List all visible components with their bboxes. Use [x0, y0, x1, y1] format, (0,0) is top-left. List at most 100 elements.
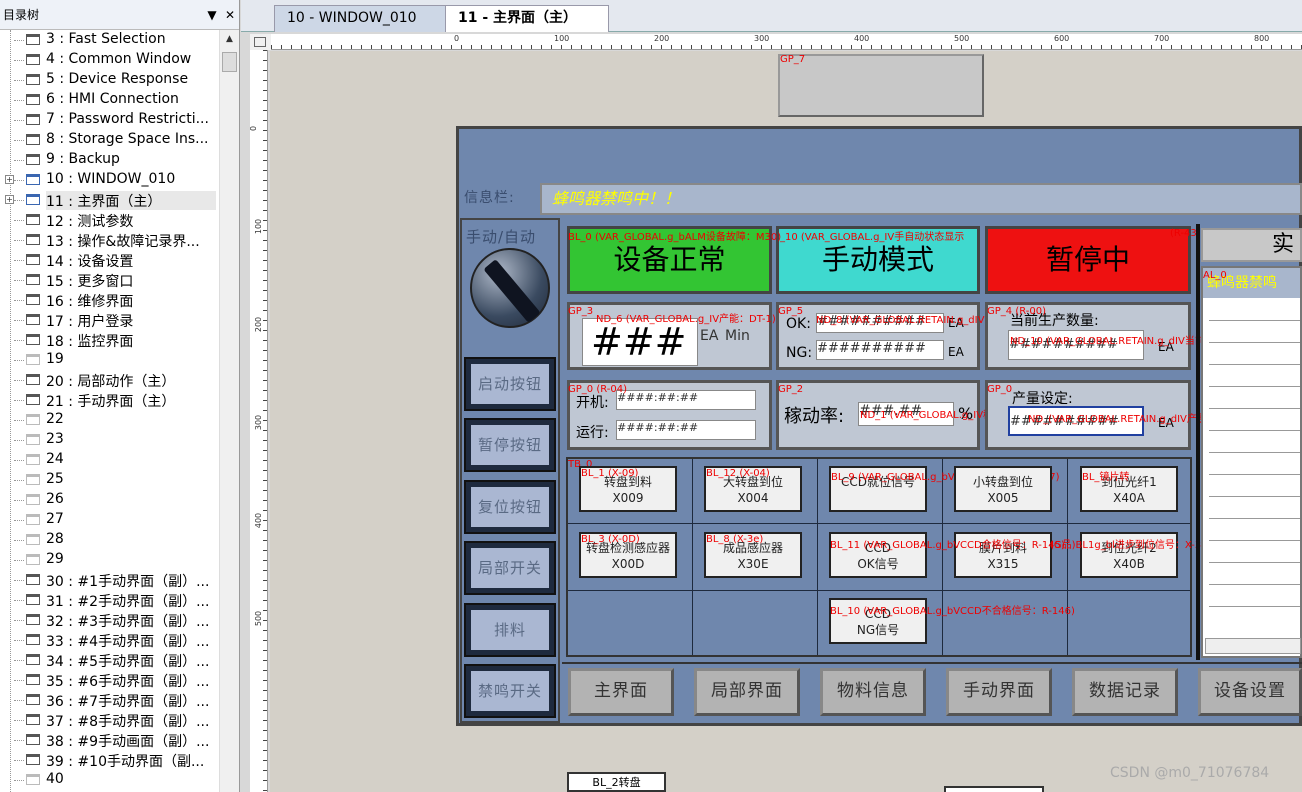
window-icon: [26, 114, 40, 125]
directory-tree-panel: 目录树 ▼ ✕ 3 : Fast Selection 4 : Common Win…: [0, 0, 240, 792]
window-icon: [26, 754, 40, 765]
tree-list: 3 : Fast Selection 4 : Common Window 5 : D…: [0, 30, 218, 792]
tree-item[interactable]: +11 : 主界面（主）: [0, 190, 218, 210]
tree-item[interactable]: 7 : Password Restricti...: [0, 110, 218, 130]
ruler-number: 500: [254, 610, 264, 627]
window-icon: [26, 594, 40, 605]
signal-line2: NG信号: [856, 623, 900, 637]
tree-item[interactable]: 32 : #3手动界面（副）...: [0, 610, 218, 630]
tree-item[interactable]: 19: [0, 350, 218, 370]
tree-item[interactable]: 12 : 测试参数: [0, 210, 218, 230]
expand-icon[interactable]: +: [5, 195, 14, 204]
tree-item[interactable]: 27: [0, 510, 218, 530]
tree-item[interactable]: 14 : 设备设置: [0, 250, 218, 270]
tree-item[interactable]: 23: [0, 430, 218, 450]
tree-item[interactable]: 33 : #4手动界面（副）...: [0, 630, 218, 650]
power-on-time[interactable]: ####:##:##: [616, 390, 756, 410]
signal-indicator[interactable]: 小转盘到位 X005: [954, 466, 1052, 512]
tree-scrollbar[interactable]: ▲: [219, 30, 239, 792]
tree-item[interactable]: 29: [0, 550, 218, 570]
tree-item[interactable]: 9 : Backup: [0, 150, 218, 170]
tree-item[interactable]: 21 : 手动界面（主）: [0, 390, 218, 410]
tree-item[interactable]: 4 : Common Window: [0, 50, 218, 70]
tree-item[interactable]: 40: [0, 770, 218, 790]
nav-button[interactable]: 手动界面: [946, 668, 1052, 716]
window-icon: [26, 534, 40, 545]
scroll-thumb[interactable]: [222, 52, 237, 72]
pause-button[interactable]: 暂停按钮: [464, 418, 556, 472]
tree-item[interactable]: 20 : 局部动作（主）: [0, 370, 218, 390]
window-icon: [26, 654, 40, 665]
status-paused: 暂停中: [985, 226, 1191, 294]
ruler-corner: [250, 34, 271, 50]
gp7-box[interactable]: [778, 54, 984, 117]
tree-item[interactable]: 38 : #9手动画面（副）...: [0, 730, 218, 750]
tree-item[interactable]: 18 : 监控界面: [0, 330, 218, 350]
mode-selector-knob[interactable]: [470, 248, 550, 328]
pin-icon[interactable]: ▼: [203, 8, 221, 22]
tree-item-label: 10 : WINDOW_010: [46, 171, 176, 187]
close-icon[interactable]: ✕: [221, 8, 239, 22]
tree-item[interactable]: +10 : WINDOW_010: [0, 170, 218, 190]
reset-button[interactable]: 复位按钮: [464, 480, 556, 534]
speed-value[interactable]: ###: [582, 318, 698, 366]
tree-item[interactable]: 36 : #7手动界面（副）...: [0, 690, 218, 710]
bl2-box[interactable]: BL_2转盘: [567, 772, 666, 792]
real-time-tab[interactable]: 实: [1201, 228, 1302, 262]
discharge-button[interactable]: 排料: [464, 603, 556, 657]
tree-item[interactable]: 3 : Fast Selection: [0, 30, 218, 50]
tree-item[interactable]: 31 : #2手动界面（副）...: [0, 590, 218, 610]
alarm-list[interactable]: 蜂鸣器禁鸣: [1201, 266, 1302, 658]
nav-button[interactable]: 数据记录: [1072, 668, 1178, 716]
bl10-mode-tag: _10 (VAR_GLOBAL.g_IV手自动状态显示: [780, 232, 965, 243]
tree-item[interactable]: 6 : HMI Connection: [0, 90, 218, 110]
partial-switch-button[interactable]: 局部开关: [464, 541, 556, 595]
watermark: CSDN @m0_71076784: [1110, 765, 1270, 781]
tree-item-label: 32 : #3手动界面（副）...: [46, 614, 210, 630]
tree-item[interactable]: 16 : 维修界面: [0, 290, 218, 310]
nav-button[interactable]: 物料信息: [820, 668, 926, 716]
nav-button[interactable]: 局部界面: [694, 668, 800, 716]
info-message-box[interactable]: 蜂鸣器禁鸣中！！: [540, 183, 1302, 215]
run-time[interactable]: ####:##:##: [616, 420, 756, 440]
partial-switch-label: 局部开关: [471, 548, 549, 588]
nav-button[interactable]: 主界面: [568, 668, 674, 716]
window-icon: [26, 274, 40, 285]
tree-item-label: 12 : 测试参数: [46, 214, 134, 230]
tree-item[interactable]: 17 : 用户登录: [0, 310, 218, 330]
mute-switch-button[interactable]: 禁鸣开关: [464, 664, 556, 718]
tree-item[interactable]: 25: [0, 470, 218, 490]
tree-item[interactable]: 34 : #5手动界面（副）...: [0, 650, 218, 670]
tree-item[interactable]: 28: [0, 530, 218, 550]
window-icon: [26, 294, 40, 305]
tree-item[interactable]: 26: [0, 490, 218, 510]
expand-icon[interactable]: +: [5, 175, 14, 184]
tree-item[interactable]: 35 : #6手动界面（副）...: [0, 670, 218, 690]
tree-item[interactable]: 37 : #8手动界面（副）...: [0, 710, 218, 730]
tab-window-010[interactable]: 10 - WINDOW_010: [274, 5, 446, 32]
gp3-tag: GP_3: [568, 306, 594, 317]
start-button[interactable]: 启动按钮: [464, 357, 556, 411]
ng-count[interactable]: ##########: [816, 340, 944, 360]
tree-item[interactable]: 5 : Device Response: [0, 70, 218, 90]
tree-item[interactable]: 30 : #1手动界面（副）...: [0, 570, 218, 590]
tree-item[interactable]: 15 : 更多窗口: [0, 270, 218, 290]
window-icon: [26, 214, 40, 225]
alarm-hscroll[interactable]: [1205, 638, 1301, 654]
tree-item[interactable]: 24: [0, 450, 218, 470]
tab-main-screen[interactable]: 11 - 主界面（主）✕: [445, 5, 609, 50]
tree-item-label: 19: [46, 351, 64, 367]
tree-item[interactable]: 13 : 操作&故障记录界...: [0, 230, 218, 250]
tree-item-label: 11 : 主界面（主）: [46, 191, 216, 210]
bl11-tag: BL_11 (VAR_GLOBAL.g_bVCCD合格信号：R-145): [830, 540, 1065, 551]
tree-item-label: 14 : 设备设置: [46, 254, 134, 270]
scroll-up-icon[interactable]: ▲: [220, 30, 239, 48]
tree-item-label: 31 : #2手动界面（副）...: [46, 594, 210, 610]
tree-item[interactable]: 39 : #10手动界面（副...: [0, 750, 218, 770]
tree-item[interactable]: 22: [0, 410, 218, 430]
window-icon: [26, 554, 40, 565]
al0-tag: AL_0: [1203, 270, 1227, 281]
tree-item[interactable]: 8 : Storage Space Ins...: [0, 130, 218, 150]
nav-button[interactable]: 设备设置: [1198, 668, 1302, 716]
gp5-tag: GP_5: [778, 306, 804, 317]
